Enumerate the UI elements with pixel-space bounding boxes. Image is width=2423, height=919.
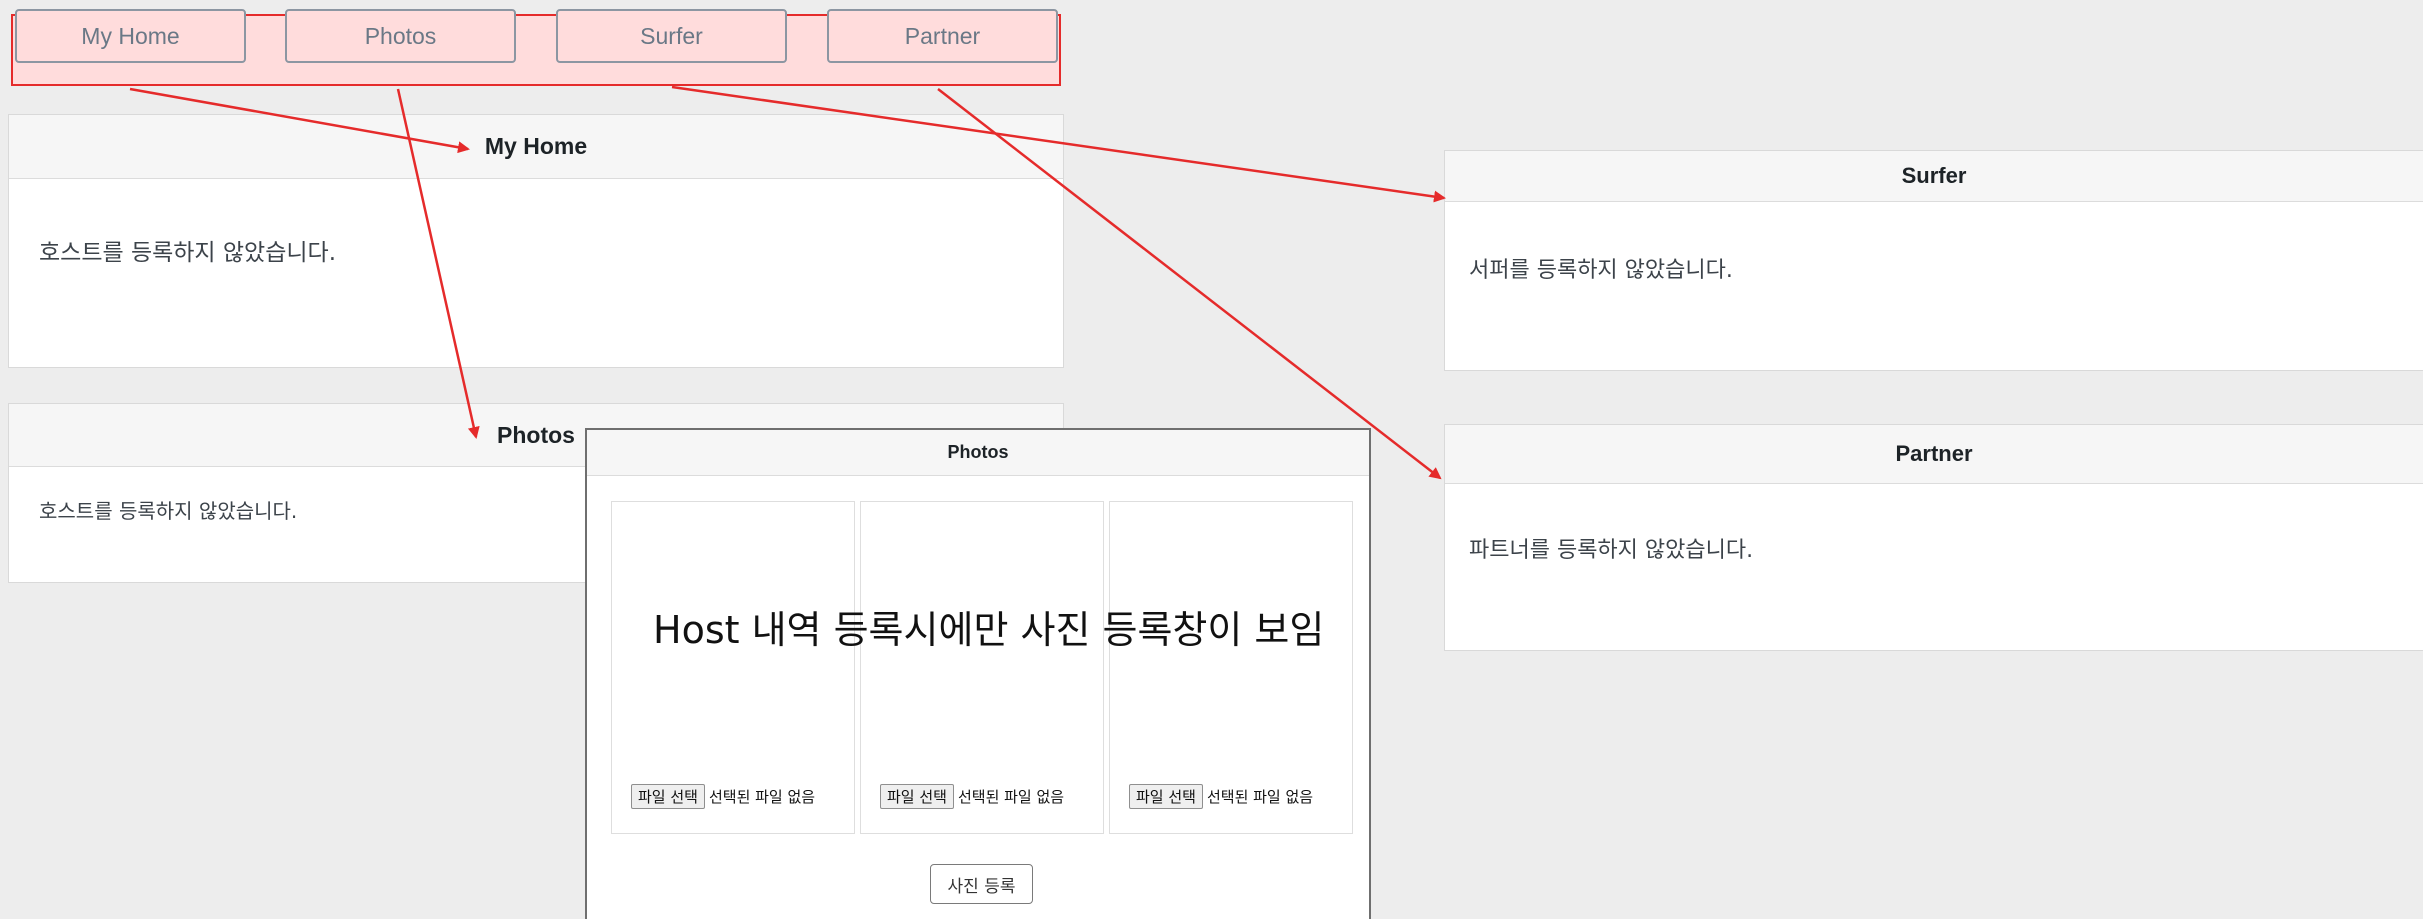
tab-partner[interactable]: Partner <box>827 9 1058 63</box>
surfer-message: 서퍼를 등록하지 않았습니다. <box>1469 258 1733 283</box>
photos-modal: Photos 파일 선택 선택된 파일 없음 파일 선택 선택된 파일 없음 파일 … <box>585 428 1371 919</box>
photo-submit-button[interactable]: 사진 등록 <box>930 864 1033 904</box>
partner-panel: Partner 파트너를 등록하지 않았습니다. <box>1444 424 2423 651</box>
file-status: 선택된 파일 없음 <box>708 788 816 806</box>
my-home-message: 호스트를 등록하지 않았습니다. <box>39 240 337 266</box>
file-picker: 파일 선택 선택된 파일 없음 <box>1129 784 1313 809</box>
tab-photos[interactable]: Photos <box>285 9 516 63</box>
tab-surfer[interactable]: Surfer <box>556 9 787 63</box>
my-home-panel: My Home 호스트를 등록하지 않았습니다. <box>8 114 1064 368</box>
partner-panel-title: Partner <box>1445 425 2423 484</box>
surfer-panel-title: Surfer <box>1445 151 2423 202</box>
file-select-button[interactable]: 파일 선택 <box>880 784 954 809</box>
file-select-button[interactable]: 파일 선택 <box>631 784 705 809</box>
file-picker: 파일 선택 선택된 파일 없음 <box>880 784 1064 809</box>
file-select-button[interactable]: 파일 선택 <box>1129 784 1203 809</box>
my-home-panel-title: My Home <box>9 115 1063 179</box>
file-status: 선택된 파일 없음 <box>957 788 1065 806</box>
photo-upload-card: 파일 선택 선택된 파일 없음 <box>611 501 855 834</box>
surfer-panel: Surfer 서퍼를 등록하지 않았습니다. <box>1444 150 2423 371</box>
partner-message: 파트너를 등록하지 않았습니다. <box>1469 538 1754 563</box>
annotation-text: Host 내역 등록시에만 사진 등록창이 보임 <box>653 608 1325 652</box>
photos-modal-title: Photos <box>587 430 1369 476</box>
file-picker: 파일 선택 선택된 파일 없음 <box>631 784 815 809</box>
file-status: 선택된 파일 없음 <box>1206 788 1314 806</box>
tab-my-home[interactable]: My Home <box>15 9 246 63</box>
photo-upload-card: 파일 선택 선택된 파일 없음 <box>1109 501 1353 834</box>
photo-upload-card: 파일 선택 선택된 파일 없음 <box>860 501 1104 834</box>
